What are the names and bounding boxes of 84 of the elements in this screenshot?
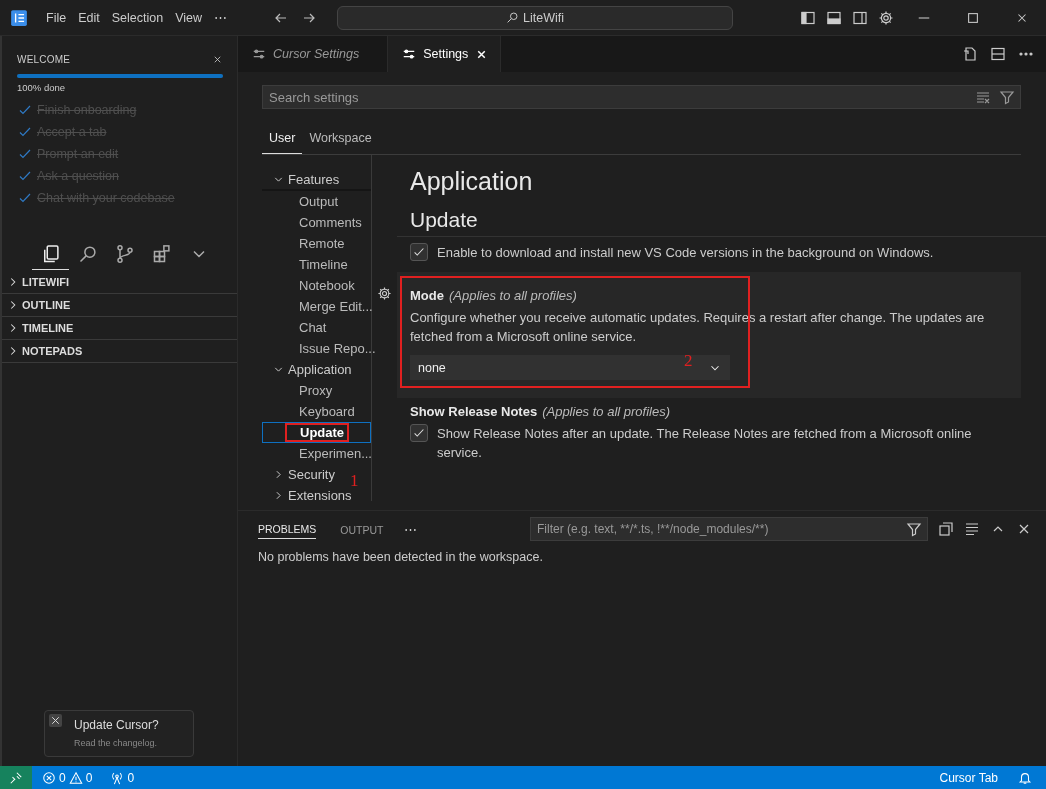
search-text: LiteWifi bbox=[523, 10, 564, 25]
remote-icon bbox=[9, 770, 23, 785]
ports-status[interactable]: 0 bbox=[110, 770, 135, 785]
scope-tab[interactable]: User bbox=[262, 126, 303, 154]
settings-icon[interactable] bbox=[878, 9, 894, 26]
clear-filter-icon[interactable] bbox=[975, 89, 991, 105]
checkmark-icon bbox=[412, 426, 426, 440]
toc-item[interactable]: Application bbox=[262, 359, 354, 380]
toc-item[interactable]: Comments bbox=[262, 212, 364, 233]
toc-item[interactable]: Merge Edit... bbox=[262, 296, 375, 317]
problems-status[interactable]: 0 0 bbox=[42, 770, 93, 785]
close-icon[interactable] bbox=[212, 54, 223, 65]
toc-item[interactable]: Proxy bbox=[262, 380, 335, 401]
more-button[interactable]: ⋯ bbox=[208, 7, 233, 28]
maximize-icon[interactable] bbox=[966, 10, 980, 25]
branch-icon bbox=[114, 244, 135, 264]
secondary-sidebar-icon[interactable] bbox=[852, 9, 868, 26]
dropdown-value: none bbox=[418, 360, 446, 375]
status-item: Cursor Tab bbox=[939, 770, 998, 785]
search-icon bbox=[506, 11, 519, 24]
settings-sliders-icon bbox=[252, 47, 266, 61]
toc-item[interactable]: Output bbox=[262, 191, 341, 212]
scope-tab[interactable]: Workspace bbox=[302, 126, 379, 154]
settings-sliders-icon bbox=[402, 47, 417, 61]
extensions-icon bbox=[151, 244, 172, 264]
word-wrap-icon[interactable] bbox=[964, 521, 980, 537]
notification-text: Read the changelog. bbox=[74, 738, 158, 748]
panel-tab[interactable]: OUTPUT bbox=[340, 519, 384, 539]
panel-title: WELCOME bbox=[17, 54, 71, 65]
problems-message: No problems have been detected in the workspace. bbox=[258, 550, 544, 564]
section-heading: Application bbox=[410, 167, 534, 196]
collapse-all-icon[interactable] bbox=[938, 521, 954, 537]
settings-icon[interactable] bbox=[377, 286, 392, 301]
search-field[interactable]: Search settings bbox=[262, 85, 1021, 109]
section-header[interactable]: NOTEPADS bbox=[2, 340, 237, 363]
error-count: 0 bbox=[59, 770, 66, 785]
toc-item[interactable]: Issue Repo... bbox=[262, 338, 378, 359]
section-header[interactable]: TIMELINE bbox=[2, 317, 237, 340]
toc-item[interactable]: Security bbox=[262, 464, 337, 485]
panel-tab[interactable]: PROBLEMS bbox=[258, 519, 317, 539]
error-icon bbox=[42, 770, 56, 785]
toc-item[interactable]: Chat bbox=[262, 317, 329, 338]
toc-item[interactable]: Features bbox=[262, 170, 371, 191]
toc-item[interactable]: Update bbox=[262, 422, 371, 443]
warning-count: 0 bbox=[85, 770, 93, 785]
toc-item[interactable]: Keyboard bbox=[262, 401, 357, 422]
section-subheading: Update bbox=[410, 208, 479, 232]
toc-item[interactable]: Remote bbox=[262, 233, 347, 254]
warning-icon bbox=[68, 770, 83, 785]
progress-label: 100% done bbox=[16, 81, 67, 93]
filter-icon[interactable] bbox=[999, 89, 1015, 105]
setting-title: Mode (Applies to all profiles) bbox=[410, 288, 578, 303]
notification-title: Update Cursor? bbox=[74, 718, 159, 732]
toc-item[interactable]: Experimen... bbox=[262, 443, 374, 464]
section-header[interactable]: LITEWIFI bbox=[2, 271, 237, 294]
menu-item[interactable]: Edit bbox=[72, 7, 106, 28]
broadcast-icon bbox=[110, 770, 125, 785]
section-header[interactable]: OUTLINE bbox=[2, 294, 237, 317]
editor-tab[interactable]: Settings bbox=[388, 36, 502, 72]
open-file-icon[interactable] bbox=[962, 46, 978, 62]
menu-item[interactable]: View bbox=[169, 7, 208, 28]
sidebar-toggle-icon[interactable] bbox=[800, 9, 816, 26]
ports-count: 0 bbox=[127, 770, 135, 785]
setting-description: Enable to download and install new VS Code versions in the background on Windows. bbox=[437, 244, 934, 262]
checkbox[interactable] bbox=[410, 243, 428, 261]
remote-button[interactable] bbox=[0, 766, 32, 789]
toc-item[interactable]: Notebook bbox=[262, 275, 357, 296]
command-search-field[interactable]: LiteWifi bbox=[337, 5, 733, 30]
bell-icon[interactable] bbox=[1018, 770, 1032, 785]
setting-title: Show Release Notes (Applies to all profiles) bbox=[410, 404, 672, 419]
checkmark-icon bbox=[412, 245, 426, 259]
filter-field[interactable]: Filter (e.g. text, **/*.ts, !**/node_modules/**) bbox=[530, 517, 928, 541]
setting-description: Show Release Notes after an update. The Release Notes are fetched from a Microsoft online service. bbox=[437, 425, 973, 462]
app-logo-icon bbox=[10, 8, 28, 27]
checkbox[interactable] bbox=[410, 424, 428, 442]
close-icon[interactable] bbox=[49, 714, 62, 727]
more-button[interactable]: ⋯ bbox=[403, 521, 417, 537]
split-editor-icon[interactable] bbox=[990, 46, 1006, 62]
menu-item[interactable]: File bbox=[40, 7, 73, 28]
toc-item[interactable]: Timeline bbox=[262, 254, 350, 275]
filter-icon[interactable] bbox=[906, 521, 922, 537]
panel-toggle-icon[interactable] bbox=[826, 9, 842, 26]
search-icon bbox=[77, 244, 98, 264]
menu-item[interactable]: Selection bbox=[105, 7, 170, 28]
